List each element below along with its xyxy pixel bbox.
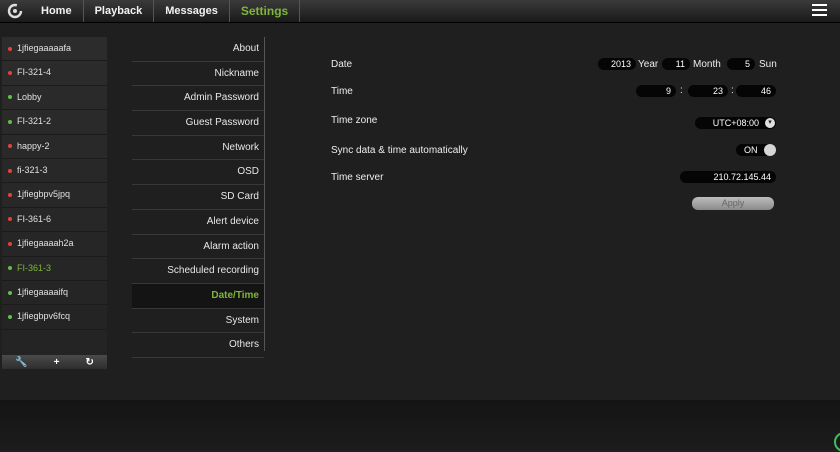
time-server-label: Time server xyxy=(331,172,384,183)
menu-admin-password[interactable]: Admin Password xyxy=(132,86,264,112)
month-field[interactable]: 11 xyxy=(662,58,690,70)
device-item[interactable]: 1jfiegaaaaifq xyxy=(2,281,107,306)
bottom-band xyxy=(0,400,840,450)
timezone-label: Time zone xyxy=(331,115,378,126)
nav-messages[interactable]: Messages xyxy=(154,0,230,22)
status-dot-icon xyxy=(8,119,12,124)
nav-playback[interactable]: Playback xyxy=(84,0,155,22)
device-item[interactable]: FI-321-2 xyxy=(2,110,107,135)
menu-alarm-action[interactable]: Alarm action xyxy=(132,235,264,260)
apply-button[interactable]: Apply xyxy=(692,197,774,210)
nav-settings[interactable]: Settings xyxy=(230,0,301,22)
status-dot-icon xyxy=(8,314,12,319)
time-label: Time xyxy=(331,86,353,97)
hamburger-menu-icon[interactable] xyxy=(812,4,827,17)
wrench-icon[interactable]: 🔧 xyxy=(15,357,27,368)
menu-date-time[interactable]: Date/Time xyxy=(132,283,264,309)
sync-toggle[interactable]: ON xyxy=(736,144,776,156)
device-list: 1jfiegaaaaafa FI-321-4 Lobby FI-321-2 ha… xyxy=(2,37,107,369)
device-item-selected[interactable]: FI-361-3 xyxy=(2,257,107,281)
second-field[interactable]: 46 xyxy=(736,85,776,97)
device-item[interactable]: 1jfiegbpv6fcq xyxy=(2,305,107,330)
status-dot-icon xyxy=(8,144,12,149)
menu-system[interactable]: System xyxy=(132,309,264,334)
device-toolbar: 🔧 + ↻ xyxy=(2,355,107,369)
app-logo-icon xyxy=(0,0,30,22)
device-item[interactable]: happy-2 xyxy=(2,135,107,159)
date-label: Date xyxy=(331,59,353,70)
sync-label: Sync data & time automatically xyxy=(331,145,468,156)
top-nav-bar: Home Playback Messages Settings xyxy=(0,0,840,23)
time-separator: : xyxy=(680,85,683,96)
minute-field[interactable]: 23 xyxy=(688,85,728,97)
status-dot-icon xyxy=(8,192,12,197)
status-dot-icon xyxy=(8,217,12,222)
menu-about[interactable]: About xyxy=(132,37,264,62)
menu-network[interactable]: Network xyxy=(132,136,264,161)
status-dot-icon xyxy=(8,266,12,271)
device-item[interactable]: FI-361-6 xyxy=(2,208,107,233)
menu-alert-device[interactable]: Alert device xyxy=(132,210,264,235)
time-server-input[interactable]: 210.72.145.44 xyxy=(680,171,776,183)
status-dot-icon xyxy=(8,241,12,246)
menu-guest-password[interactable]: Guest Password xyxy=(132,111,264,136)
device-item[interactable]: 1jfiegaaaaafa xyxy=(2,37,107,62)
status-dot-icon xyxy=(8,95,12,100)
status-dot-icon xyxy=(8,168,12,173)
weekday-field[interactable]: 5 xyxy=(727,58,755,70)
device-item[interactable]: 1jfiegbpv5jpq xyxy=(2,183,107,208)
menu-scheduled-recording[interactable]: Scheduled recording xyxy=(132,259,264,284)
refresh-icon[interactable]: ↻ xyxy=(86,357,94,368)
device-item[interactable]: Lobby xyxy=(2,86,107,111)
menu-divider xyxy=(264,37,265,351)
timezone-select[interactable]: UTC+08:00 ▾ xyxy=(695,117,776,129)
year-unit: Year xyxy=(638,59,659,70)
hour-field[interactable]: 9 xyxy=(636,85,676,97)
nav-home[interactable]: Home xyxy=(30,0,84,22)
menu-nickname[interactable]: Nickname xyxy=(132,62,264,87)
status-dot-icon xyxy=(8,46,12,51)
menu-osd[interactable]: OSD xyxy=(132,160,264,186)
device-item[interactable]: FI-321-4 xyxy=(2,61,107,86)
device-item[interactable]: 1jfiegaaaah2a xyxy=(2,232,107,257)
menu-others[interactable]: Others xyxy=(132,333,264,358)
status-dot-icon xyxy=(8,290,12,295)
year-field[interactable]: 2013 xyxy=(598,58,636,70)
menu-sd-card[interactable]: SD Card xyxy=(132,185,264,210)
plus-icon[interactable]: + xyxy=(54,357,60,368)
chevron-down-icon: ▾ xyxy=(765,118,775,128)
month-unit: Month xyxy=(693,59,721,70)
toggle-knob xyxy=(764,144,776,156)
device-item[interactable]: fi-321-3 xyxy=(2,159,107,184)
time-separator: : xyxy=(731,85,734,96)
settings-menu: About Nickname Admin Password Guest Pass… xyxy=(132,37,264,358)
weekday-unit: Sun xyxy=(759,59,777,70)
status-dot-icon xyxy=(8,71,12,76)
